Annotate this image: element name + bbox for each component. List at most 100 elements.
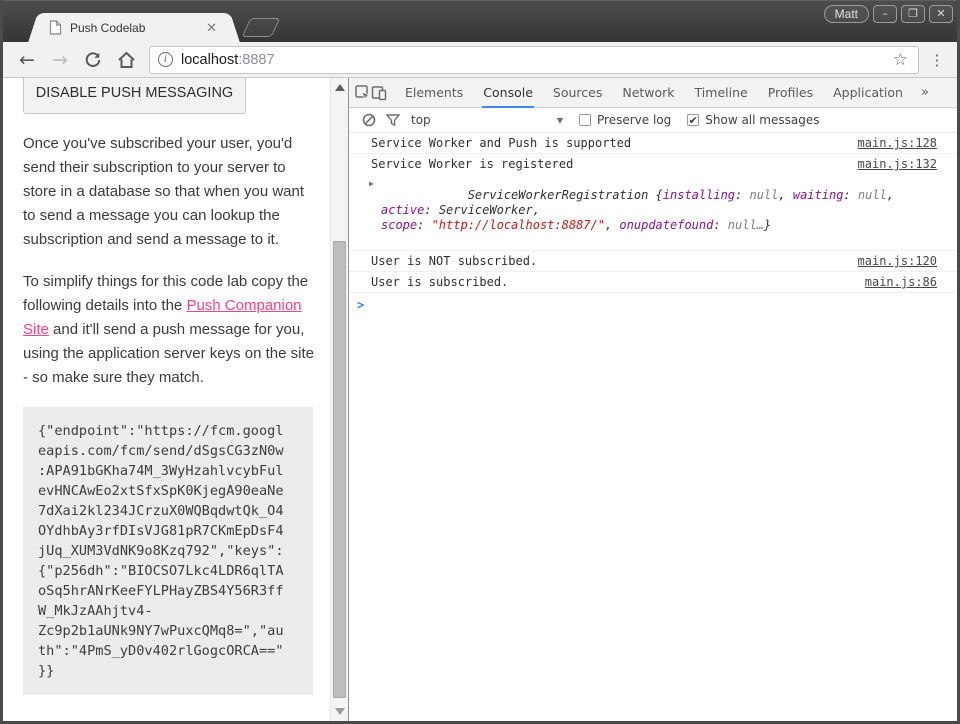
home-icon[interactable] — [112, 46, 140, 74]
console-message: Service Worker and Push is supported mai… — [349, 133, 957, 154]
devtools-panel: ElementsConsoleSourcesNetworkTimelinePro… — [348, 78, 957, 721]
reload-icon[interactable] — [79, 46, 107, 74]
paragraph-text: and it'll send a push message for you, u… — [23, 321, 314, 386]
back-icon[interactable]: ← — [13, 46, 41, 74]
source-link[interactable]: main.js:86 — [865, 274, 937, 290]
preview-token: onupdatefound — [619, 218, 713, 232]
page-info-icon[interactable]: i — [158, 52, 173, 67]
paragraph-companion: To simplify things for this code lab cop… — [23, 270, 320, 390]
device-toolbar-icon[interactable] — [371, 82, 387, 104]
checkbox-box[interactable] — [687, 114, 699, 126]
scroll-down-icon[interactable] — [335, 708, 345, 715]
preview-token: : — [843, 188, 857, 202]
preview-token: } — [764, 218, 771, 232]
chrome-menu-icon[interactable]: ⋮ — [925, 51, 949, 69]
source-link[interactable]: main.js:132 — [858, 156, 937, 172]
filter-icon[interactable] — [381, 110, 405, 130]
tab-application[interactable]: Application — [823, 78, 913, 108]
preview-token: : — [735, 188, 749, 202]
preserve-log-checkbox[interactable]: Preserve log — [579, 113, 671, 127]
tab-elements[interactable]: Elements — [395, 78, 473, 108]
preview-token: , — [778, 188, 792, 202]
message-text: User is NOT subscribed. — [371, 253, 846, 269]
tab-title: Push Codelab — [70, 21, 204, 35]
preview-token: waiting — [793, 188, 844, 202]
close-button[interactable]: ✕ — [929, 5, 953, 23]
preview-token: , — [533, 203, 540, 217]
console-toolbar: top ▼ Preserve log Show all messages — [349, 108, 957, 133]
subscription-json-code: {"endpoint":"https://fcm.googl eapis.com… — [23, 407, 313, 695]
scrollbar-thumb[interactable] — [333, 241, 346, 698]
preview-token: null… — [728, 218, 764, 232]
inspect-element-icon[interactable] — [355, 82, 371, 104]
preview-token: , — [605, 218, 619, 232]
bookmark-star-icon[interactable]: ☆ — [891, 50, 910, 70]
tab-timeline[interactable]: Timeline — [685, 78, 758, 108]
minimize-button[interactable]: – — [873, 5, 897, 23]
preview-token: active — [381, 203, 424, 217]
preview-token: null — [749, 188, 778, 202]
tab-sources[interactable]: Sources — [543, 78, 612, 108]
browser-tab[interactable]: Push Codelab ✕ — [41, 13, 227, 42]
page-scrollbar[interactable] — [330, 78, 348, 721]
page-favicon-icon — [49, 20, 62, 35]
message-text: User is subscribed. — [371, 274, 853, 290]
browser-window: Push Codelab ✕ Matt – ❐ ✕ ← → i localhos… — [0, 0, 960, 724]
clear-console-icon[interactable] — [357, 110, 381, 130]
prompt-chevron-icon: > — [357, 298, 364, 312]
tab-close-icon[interactable]: ✕ — [204, 21, 219, 34]
console-output[interactable]: Service Worker and Push is supported mai… — [349, 133, 957, 721]
titlebar[interactable]: Push Codelab ✕ Matt – ❐ ✕ — [3, 0, 957, 42]
tab-console[interactable]: Console — [473, 78, 543, 108]
paragraph-subscription: Once you've subscribed your user, you'd … — [23, 132, 320, 252]
console-message: Service Worker is registered main.js:132… — [349, 154, 957, 251]
checkbox-label: Show all messages — [705, 113, 819, 127]
tab-network[interactable]: Network — [612, 78, 684, 108]
preview-token: installing — [663, 188, 735, 202]
object-preview-tokens: ServiceWorkerRegistration {installing: n… — [381, 188, 901, 232]
scroll-up-icon[interactable] — [335, 84, 345, 91]
console-message: User is NOT subscribed. main.js:120 — [349, 251, 957, 272]
address-bar[interactable]: i localhost:8887 ☆ — [149, 46, 919, 74]
url-port: :8887 — [238, 52, 274, 68]
object-preview[interactable]: ▶ ServiceWorkerRegistration {installing: … — [371, 173, 937, 248]
checkbox-box[interactable] — [579, 114, 591, 126]
profile-badge[interactable]: Matt — [824, 5, 869, 23]
more-tabs-icon[interactable]: » — [913, 85, 937, 100]
message-text: Service Worker is registered — [371, 156, 846, 172]
browser-toolbar: ← → i localhost:8887 ☆ ⋮ — [3, 42, 957, 78]
expand-triangle-icon[interactable]: ▶ — [369, 176, 374, 191]
preview-token: : — [417, 218, 431, 232]
forward-icon: → — [46, 46, 74, 74]
preview-token: "http://localhost:8887/" — [432, 218, 605, 232]
context-value: top — [411, 113, 431, 127]
show-all-messages-checkbox[interactable]: Show all messages — [687, 113, 819, 127]
preview-token: scope — [381, 218, 417, 232]
preview-token: , — [887, 188, 901, 202]
devtools-menu-icon[interactable]: ⋮ — [945, 85, 960, 100]
preview-token: : — [713, 218, 727, 232]
disable-push-button[interactable]: DISABLE PUSH MESSAGING — [23, 78, 246, 114]
maximize-button[interactable]: ❐ — [901, 5, 925, 23]
page-content: DISABLE PUSH MESSAGING Once you've subsc… — [3, 78, 330, 721]
console-prompt[interactable]: > — [349, 293, 957, 316]
tab-profiles[interactable]: Profiles — [758, 78, 823, 108]
preview-token: null — [858, 188, 887, 202]
chevron-down-icon: ▼ — [557, 116, 563, 125]
source-link[interactable]: main.js:128 — [858, 135, 937, 151]
console-message: User is subscribed. main.js:86 — [349, 272, 957, 293]
url-host: localhost — [181, 52, 238, 68]
new-tab-button[interactable] — [242, 18, 281, 37]
message-text: Service Worker and Push is supported — [371, 135, 846, 151]
preview-token: ServiceWorker — [439, 203, 533, 217]
url-text[interactable]: localhost:8887 — [181, 52, 891, 68]
source-link[interactable]: main.js:120 — [858, 253, 937, 269]
checkbox-label: Preserve log — [597, 113, 671, 127]
content-area: DISABLE PUSH MESSAGING Once you've subsc… — [3, 78, 957, 721]
preview-token: { — [648, 188, 662, 202]
devtools-tabbar: ElementsConsoleSourcesNetworkTimelinePro… — [349, 78, 957, 108]
preview-token: ServiceWorkerRegistration — [468, 188, 649, 202]
web-page-pane: DISABLE PUSH MESSAGING Once you've subsc… — [3, 78, 348, 721]
execution-context-select[interactable]: top ▼ — [411, 113, 563, 127]
preview-token: : — [424, 203, 438, 217]
